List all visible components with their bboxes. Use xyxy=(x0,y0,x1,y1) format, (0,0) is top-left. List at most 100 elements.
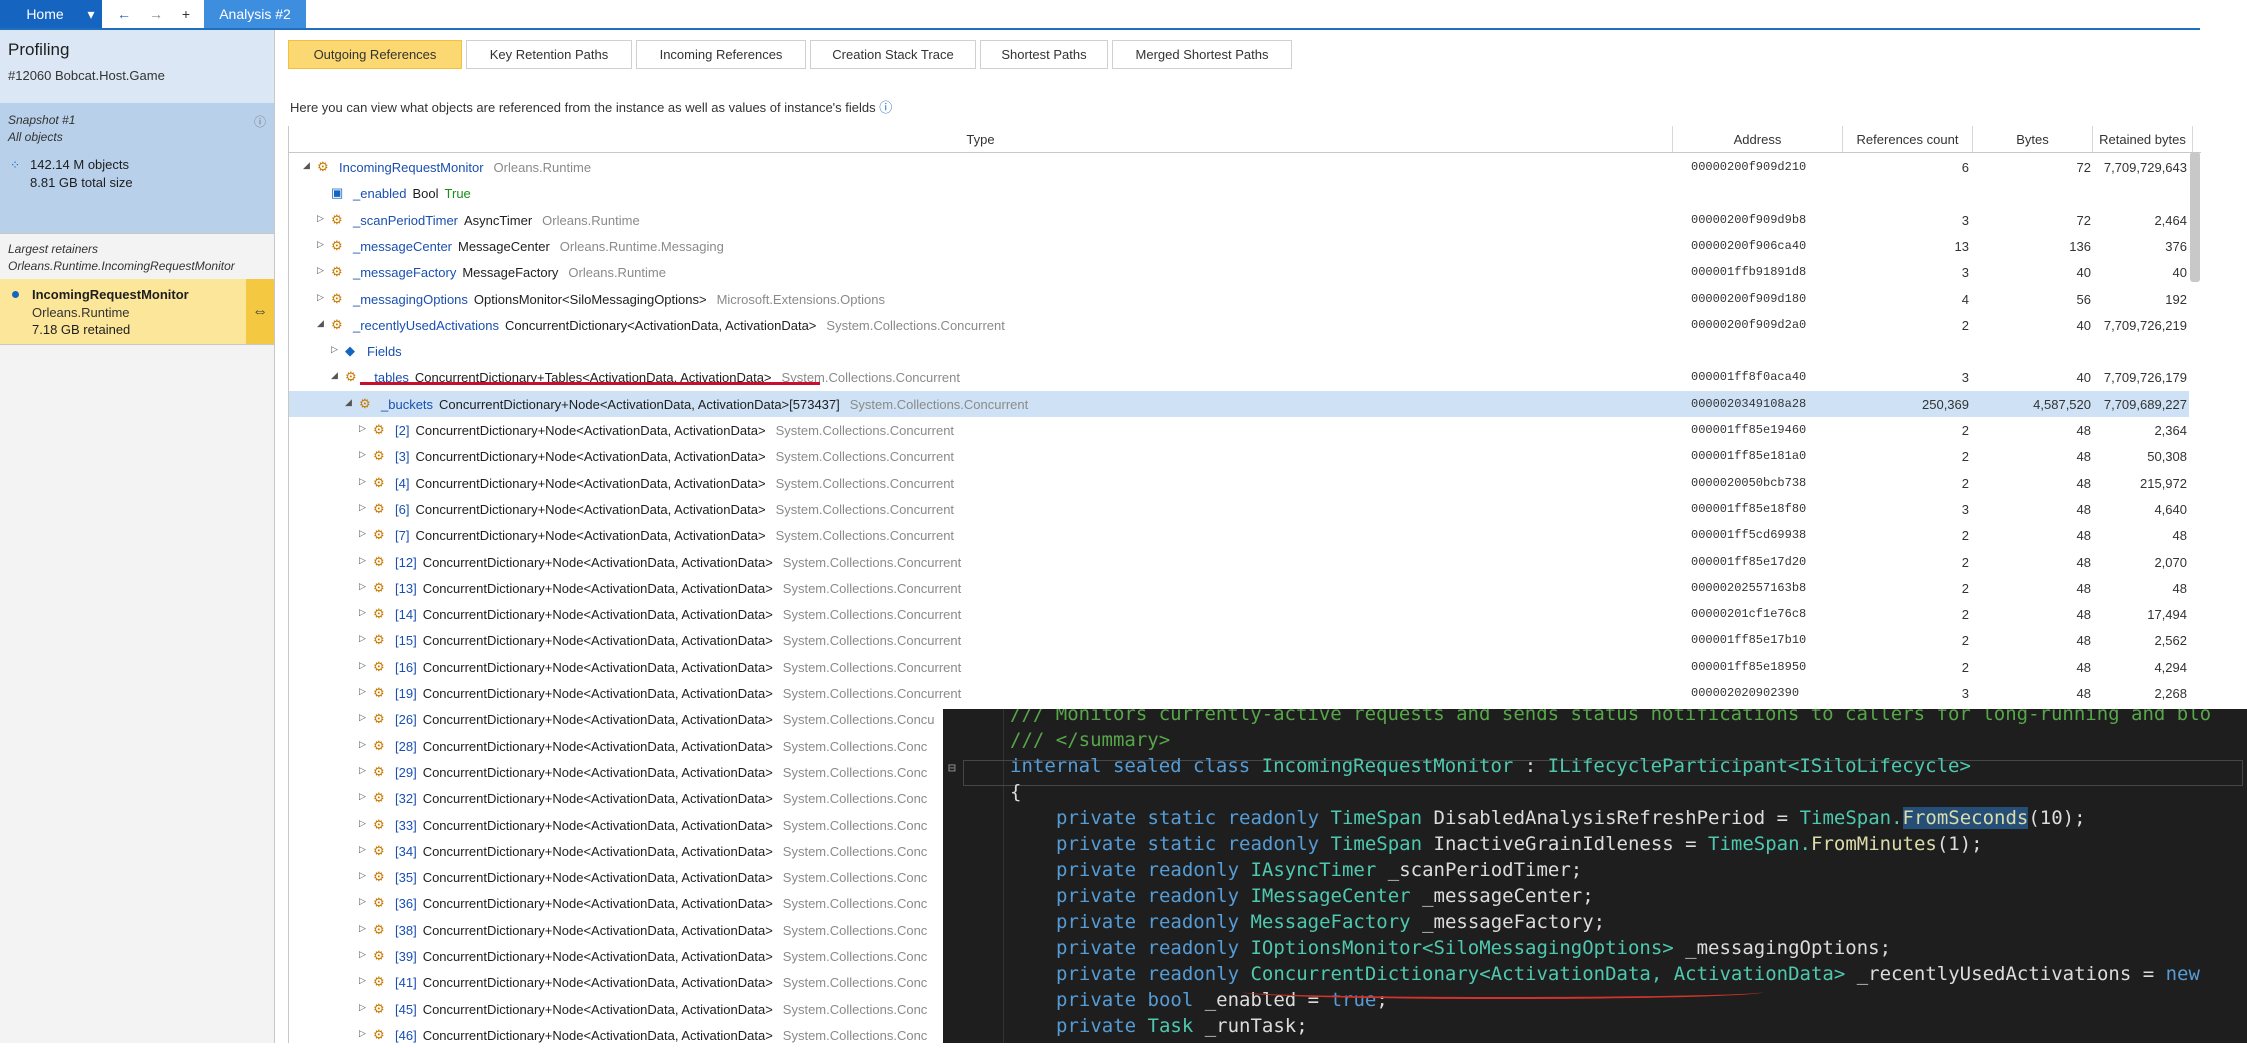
tab-incoming-references[interactable]: Incoming References xyxy=(636,40,806,69)
back-icon[interactable]: ← xyxy=(110,0,138,28)
row-name-cell: [6] ConcurrentDictionary+Node<ActivationD… xyxy=(395,502,954,517)
expand-icon[interactable]: ◢ xyxy=(303,160,310,171)
expand-icon[interactable]: ▷ xyxy=(359,423,366,434)
tab-key-retention-paths[interactable]: Key Retention Paths xyxy=(466,40,632,69)
expand-icon[interactable]: ▷ xyxy=(359,581,366,592)
table-row[interactable]: ▷ ⚙ _messageFactory MessageFactory Orleans.R… xyxy=(289,259,2189,285)
table-row[interactable]: ◢ ⚙ _tables ConcurrentDictionary+Tables<Act… xyxy=(289,364,2189,390)
table-row[interactable]: ▷ ⚙ _messagingOptions OptionsMonitor<SiloMe… xyxy=(289,286,2189,312)
expand-icon[interactable]: ▷ xyxy=(317,239,324,250)
collapse-icon[interactable]: ⊟ xyxy=(948,761,956,776)
home-tab[interactable]: Home xyxy=(0,0,90,28)
expand-icon[interactable]: ▷ xyxy=(359,739,366,750)
vertical-scrollbar[interactable] xyxy=(2190,152,2200,282)
field-name: _messageFactory xyxy=(353,265,457,281)
home-dropdown-icon[interactable]: ▾ xyxy=(80,0,102,28)
expand-icon[interactable]: ▷ xyxy=(359,502,366,513)
address-cell: 000001ff85e18950 xyxy=(1691,659,1807,674)
expand-icon[interactable]: ▷ xyxy=(359,975,366,986)
col-bytes[interactable]: Bytes xyxy=(1973,126,2093,152)
forward-icon[interactable]: → xyxy=(142,0,170,28)
object-icon: ⚙ xyxy=(331,264,343,280)
expand-icon[interactable]: ▷ xyxy=(359,660,366,671)
expand-icon[interactable]: ▷ xyxy=(359,528,366,539)
object-icon: ⚙ xyxy=(373,921,385,937)
expand-icon[interactable]: ▷ xyxy=(359,949,366,960)
expand-icon[interactable]: ▷ xyxy=(359,1028,366,1039)
table-row[interactable]: ▷ ⚙ [13] ConcurrentDictionary+Node<Activati… xyxy=(289,575,2189,601)
expand-icon[interactable]: ◢ xyxy=(331,370,338,381)
table-row[interactable]: ◢ ⚙ IncomingRequestMonitor Orleans.Runtime 0… xyxy=(289,154,2189,180)
expand-icon[interactable]: ▷ xyxy=(331,344,338,355)
expand-icon[interactable]: ▷ xyxy=(317,213,324,224)
expand-icon[interactable]: ▷ xyxy=(359,844,366,855)
table-row[interactable]: ▷ ⚙ _scanPeriodTimer AsyncTimer Orleans.Runt… xyxy=(289,207,2189,233)
table-row[interactable]: ▷ ⚙ [7] ConcurrentDictionary+Node<Activatio… xyxy=(289,522,2189,548)
expand-icon[interactable]: ▷ xyxy=(359,923,366,934)
expand-icon[interactable]: ▷ xyxy=(359,712,366,723)
tab-creation-stack-trace[interactable]: Creation Stack Trace xyxy=(810,40,976,69)
table-row[interactable]: ▷ ⚙ [3] ConcurrentDictionary+Node<Activatio… xyxy=(289,443,2189,469)
snapshot-section[interactable]: Snapshot #1 All objects ⓘ ⁘ 142.14 M obj… xyxy=(0,103,274,233)
col-type[interactable]: Type xyxy=(289,126,1673,152)
table-row[interactable]: ▷ ⚙ [15] ConcurrentDictionary+Node<Activati… xyxy=(289,627,2189,653)
field-type: ConcurrentDictionary<ActivationData, Act… xyxy=(504,317,817,333)
table-row[interactable]: ▷ ◆ Fields xyxy=(289,338,2189,364)
object-icon: ⚙ xyxy=(373,842,385,858)
object-icon: ⚙ xyxy=(331,237,343,253)
tab-outgoing-references[interactable]: Outgoing References xyxy=(288,40,462,69)
table-row[interactable]: ▣ _enabled Bool True xyxy=(289,180,2189,206)
field-name: [6] xyxy=(395,501,410,517)
expand-icon[interactable]: ▷ xyxy=(359,607,366,618)
table-row[interactable]: ▷ ⚙ [14] ConcurrentDictionary+Node<Activati… xyxy=(289,601,2189,627)
expand-icon[interactable]: ◢ xyxy=(317,318,324,329)
col-address[interactable]: Address xyxy=(1673,126,1843,152)
expand-icon[interactable]: ▷ xyxy=(359,870,366,881)
tab-merged-shortest-paths[interactable]: Merged Shortest Paths xyxy=(1112,40,1292,69)
field-namespace: System.Collections.Concurrent xyxy=(775,449,955,465)
table-row[interactable]: ▷ ⚙ [16] ConcurrentDictionary+Node<Activati… xyxy=(289,654,2189,680)
tab-shortest-paths[interactable]: Shortest Paths xyxy=(980,40,1108,69)
row-name-cell: _messagingOptions OptionsMonitor<SiloMess… xyxy=(353,292,885,307)
info-icon[interactable]: ⓘ xyxy=(254,113,266,130)
object-icon: ⚙ xyxy=(373,500,385,516)
table-row[interactable]: ▷ ⚙ [2] ConcurrentDictionary+Node<Activatio… xyxy=(289,417,2189,443)
expand-icon[interactable]: ▷ xyxy=(359,765,366,776)
expand-icon[interactable]: ▷ xyxy=(359,1002,366,1013)
expand-icon[interactable]: ▷ xyxy=(359,686,366,697)
table-row[interactable]: ▷ ⚙ [12] ConcurrentDictionary+Node<Activati… xyxy=(289,549,2189,575)
retained-cell: 2,364 xyxy=(2154,423,2187,438)
table-row[interactable]: ▷ ⚙ [6] ConcurrentDictionary+Node<Activatio… xyxy=(289,496,2189,522)
objects-icon: ⁘ xyxy=(10,158,21,172)
retainer-item[interactable]: IncomingRequestMonitor Orleans.Runtime 7… xyxy=(0,279,274,345)
table-row[interactable]: ▷ ⚙ [4] ConcurrentDictionary+Node<Activatio… xyxy=(289,470,2189,496)
tab-analysis[interactable]: Analysis #2 xyxy=(204,0,306,28)
expand-icon[interactable]: ▷ xyxy=(359,555,366,566)
row-name-cell: _enabled Bool True xyxy=(353,186,471,201)
expand-icon[interactable]: ▷ xyxy=(359,791,366,802)
largest-retainers-section: Largest retainers Orleans.Runtime.Incomi… xyxy=(0,233,274,280)
code-line-6: private static readonly TimeSpan Inactiv… xyxy=(1056,833,1983,855)
table-row[interactable]: ▷ ⚙ _messageCenter MessageCenter Orleans.Run… xyxy=(289,233,2189,259)
expand-icon[interactable]: ▷ xyxy=(317,265,324,276)
retained-cell: 17,494 xyxy=(2147,607,2187,623)
col-references-count[interactable]: References count xyxy=(1843,126,1973,152)
expand-icon[interactable]: ◢ xyxy=(345,397,352,408)
expand-icon[interactable]: ▷ xyxy=(359,476,366,487)
expand-icon[interactable]: ▷ xyxy=(359,818,366,829)
hint-info-icon[interactable]: ⓘ xyxy=(879,100,892,115)
code-line-4: { xyxy=(1010,781,1022,803)
field-namespace: Orleans.Runtime xyxy=(542,212,640,228)
table-row[interactable]: ▷ ⚙ [19] ConcurrentDictionary+Node<Activati… xyxy=(289,680,2189,706)
table-row[interactable]: ◢ ⚙ _buckets ConcurrentDictionary+Node<Acti… xyxy=(289,390,2189,417)
expand-icon[interactable]: ▷ xyxy=(359,633,366,644)
bytes-cell: 48 xyxy=(2076,659,2091,675)
expand-icon[interactable]: ▷ xyxy=(317,292,324,303)
col-retained-bytes[interactable]: Retained bytes xyxy=(2093,126,2193,152)
open-icon[interactable]: ⇔ xyxy=(246,279,274,344)
add-tab-icon[interactable]: + xyxy=(172,0,200,28)
expand-icon[interactable]: ▷ xyxy=(359,896,366,907)
expand-icon[interactable]: ▷ xyxy=(359,449,366,460)
address-cell: 00000200f906ca40 xyxy=(1691,238,1807,253)
table-row[interactable]: ◢ ⚙ _recentlyUsedActivations ConcurrentDict… xyxy=(289,312,2189,338)
